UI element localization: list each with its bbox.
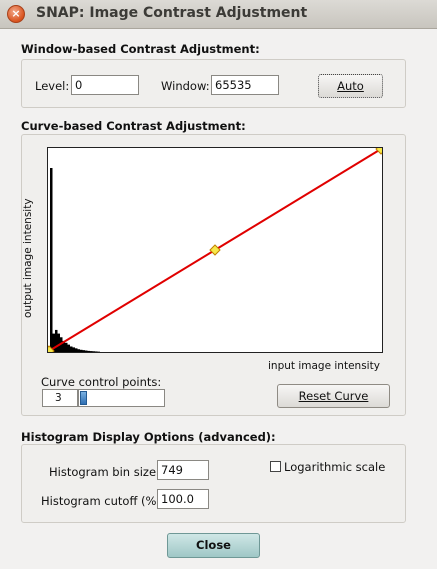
cutoff-input[interactable] — [157, 489, 209, 509]
level-label: Level: — [35, 79, 70, 93]
histogram-bar — [95, 351, 98, 352]
histogram-bar — [80, 349, 83, 352]
histogram-bar — [85, 350, 88, 352]
histogram-bar — [67, 344, 70, 352]
histogram-bar — [82, 350, 85, 352]
histogram-bar — [72, 347, 75, 352]
histogram-bar — [50, 168, 53, 352]
window-section-heading: Window-based Contrast Adjustment: — [21, 42, 260, 56]
log-scale-label[interactable]: Logarithmic scale — [284, 460, 385, 474]
x-axis-label: input image intensity — [268, 360, 380, 372]
curve-control-point[interactable] — [209, 244, 221, 256]
log-scale-checkbox[interactable] — [270, 461, 281, 472]
histogram-section-group — [21, 444, 406, 523]
histogram-bar — [57, 333, 60, 352]
curve-section-heading: Curve-based Contrast Adjustment: — [21, 119, 246, 133]
histogram-bar — [55, 329, 58, 352]
cutoff-label: Histogram cutoff (%): — [41, 494, 165, 508]
close-button-label: Close — [196, 538, 231, 552]
window-label: Window: — [161, 79, 210, 93]
title-bar: × SNAP: Image Contrast Adjustment — [0, 0, 437, 29]
window-close-button[interactable]: × — [7, 5, 25, 23]
control-points-value[interactable] — [42, 389, 78, 407]
control-points-slider[interactable] — [78, 389, 165, 407]
histogram-bar — [87, 350, 90, 352]
slider-handle[interactable] — [80, 391, 87, 405]
histogram-bar — [92, 351, 95, 352]
histogram-bar — [70, 346, 73, 352]
bin-size-input[interactable] — [157, 460, 209, 480]
reset-curve-button[interactable]: Reset Curve — [277, 384, 390, 408]
reset-curve-label: Reset Curve — [298, 389, 369, 403]
histogram-bar — [65, 342, 68, 352]
histogram-bar — [75, 348, 78, 352]
control-points-label: Curve control points: — [41, 375, 162, 389]
histogram-section-heading: Histogram Display Options (advanced): — [21, 430, 276, 444]
level-input[interactable] — [71, 75, 139, 95]
window-input[interactable] — [211, 75, 279, 95]
curve-plot[interactable] — [47, 147, 383, 353]
histogram-bar — [77, 349, 80, 352]
bin-size-label: Histogram bin size: — [49, 465, 160, 479]
close-button[interactable]: Close — [167, 533, 260, 558]
y-axis-label: output image intensity — [22, 198, 34, 318]
curve-canvas[interactable] — [48, 148, 382, 352]
window-title: SNAP: Image Contrast Adjustment — [36, 5, 308, 21]
auto-button-label: Auto — [337, 79, 364, 93]
auto-button[interactable]: Auto — [318, 74, 383, 98]
histogram-bar — [90, 351, 93, 352]
